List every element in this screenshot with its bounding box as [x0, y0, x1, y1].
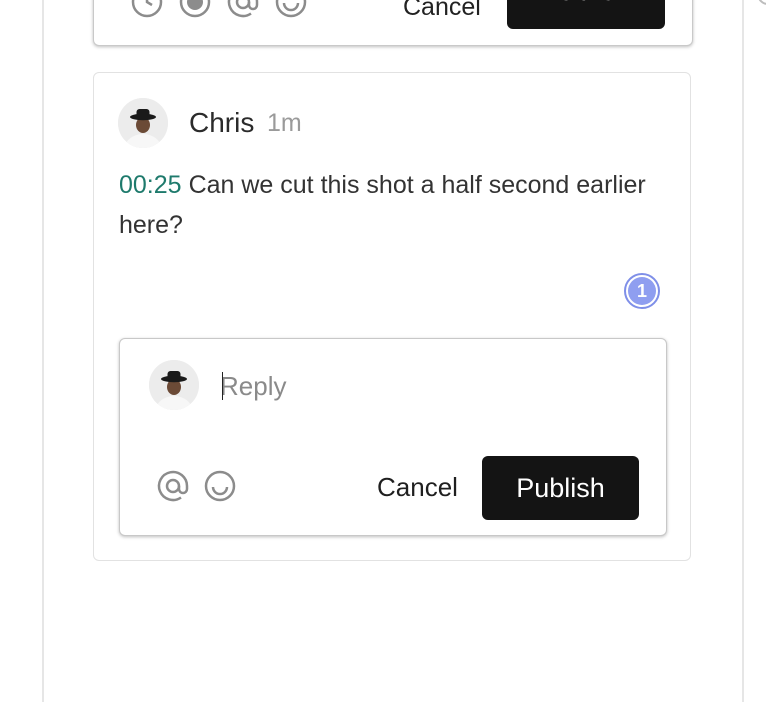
comment-message: Can we cut this shot a half second earli…: [119, 171, 646, 239]
panel-left-border: [42, 0, 44, 702]
comment-text: 00:25 Can we cut this shot a half second …: [119, 165, 659, 245]
emoji-icon[interactable]: [203, 469, 237, 503]
reply-count-badge[interactable]: 1: [624, 273, 660, 309]
avatar: [149, 360, 199, 410]
text-caret: [222, 372, 223, 400]
cancel-button[interactable]: Cancel: [377, 472, 458, 503]
cancel-button[interactable]: Cancel: [403, 0, 481, 22]
clock-icon[interactable]: [130, 0, 164, 19]
comment-card: Chris 1m 00:25 Can we cut this shot a hal…: [93, 72, 691, 561]
publish-button[interactable]: Publish: [507, 0, 665, 29]
at-icon[interactable]: [156, 469, 190, 503]
publish-button[interactable]: Publish: [482, 456, 639, 520]
reply-count: 1: [628, 277, 656, 305]
previous-comment-composer: Cancel Publish: [93, 0, 693, 46]
at-icon[interactable]: [226, 0, 260, 19]
comment-time: 1m: [267, 109, 302, 137]
comment-author: Chris: [189, 107, 255, 138]
reply-composer: Cancel Publish: [119, 338, 667, 536]
emoji-icon[interactable]: [274, 0, 308, 19]
video-timestamp-link[interactable]: 00:25: [119, 171, 182, 199]
panel-right-border: [742, 0, 744, 702]
record-icon[interactable]: [178, 0, 212, 19]
scroll-edge-icon: [758, 0, 766, 5]
reply-input[interactable]: [220, 365, 640, 407]
avatar: [118, 98, 168, 148]
